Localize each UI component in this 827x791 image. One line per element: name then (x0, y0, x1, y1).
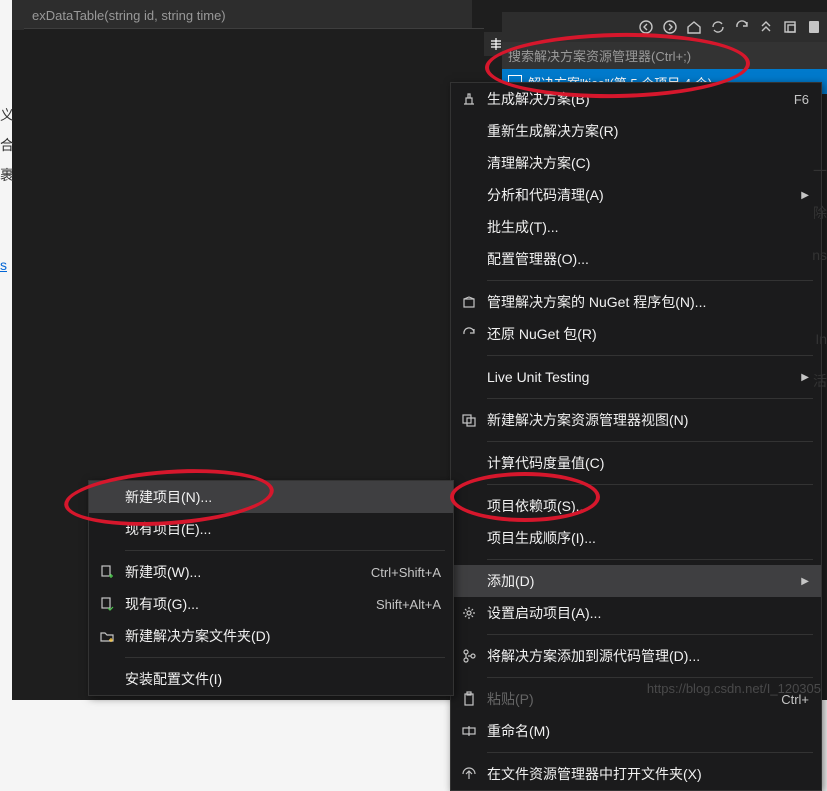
method-signature: exDataTable(string id, string time) (32, 8, 226, 23)
forward-icon[interactable] (660, 17, 680, 37)
chevron-right-icon: ▶ (801, 576, 809, 587)
main-menu-item-17[interactable]: 项目生成顺序(I)... (451, 522, 821, 554)
menu-label: 分析和代码清理(A) (487, 185, 793, 205)
search-input[interactable]: 搜索解决方案资源管理器(Ctrl+;) (502, 42, 827, 70)
menu-label: 管理解决方案的 NuGet 程序包(N)... (487, 292, 809, 312)
main-menu-item-19[interactable]: 添加(D) ▶ (451, 565, 821, 597)
menu-separator (125, 657, 445, 658)
menu-separator (487, 484, 813, 485)
collapse-icon[interactable] (756, 17, 776, 37)
main-menu-item-22[interactable]: 将解决方案添加到源代码管理(D)... (451, 640, 821, 672)
menu-label: 还原 NuGet 包(R) (487, 324, 809, 344)
main-menu-item-10[interactable]: Live Unit Testing ▶ (451, 361, 821, 393)
menu-label: 生成解决方案(B) (487, 89, 782, 109)
main-menu-item-25[interactable]: 重命名(M) (451, 715, 821, 747)
newitem-icon (89, 564, 125, 580)
main-menu-item-2[interactable]: 清理解决方案(C) (451, 147, 821, 179)
menu-separator (487, 677, 813, 678)
menu-shortcut: Ctrl+Shift+A (371, 565, 441, 580)
main-menu-item-4[interactable]: 批生成(T)... (451, 211, 821, 243)
menu-label: 新建项目(N)... (125, 487, 441, 507)
sub-menu-item-3[interactable]: 新建项(W)... Ctrl+Shift+A (89, 556, 453, 588)
menu-label: 重新生成解决方案(R) (487, 121, 809, 141)
explorer-toolbar (502, 12, 827, 42)
menu-separator (487, 355, 813, 356)
scm-icon (451, 648, 487, 664)
rename-icon (451, 723, 487, 739)
properties-icon[interactable] (804, 17, 824, 37)
page-text-left-fragment: 义合裹 s (0, 100, 18, 280)
main-menu-item-14[interactable]: 计算代码度量值(C) (451, 447, 821, 479)
menu-separator (487, 559, 813, 560)
chevron-right-icon: ▶ (801, 190, 809, 201)
main-menu-item-0[interactable]: 生成解决方案(B) F6 (451, 83, 821, 115)
search-placeholder: 搜索解决方案资源管理器(Ctrl+;) (508, 46, 691, 65)
watermark: https://blog.csdn.net/I_120305 (647, 681, 821, 696)
open-icon (451, 766, 487, 782)
sub-menu-item-7[interactable]: 安装配置文件(I) (89, 663, 453, 695)
menu-label: 批生成(T)... (487, 217, 809, 237)
newview-icon (451, 412, 487, 428)
main-menu-item-8[interactable]: 还原 NuGet 包(R) (451, 318, 821, 350)
sync-icon[interactable] (708, 17, 728, 37)
build-icon (451, 91, 487, 107)
menu-label: 项目生成顺序(I)... (487, 528, 809, 548)
main-menu-item-20[interactable]: 设置启动项目(A)... (451, 597, 821, 629)
menu-label: 重命名(M) (487, 721, 809, 741)
main-menu-item-7[interactable]: 管理解决方案的 NuGet 程序包(N)... (451, 286, 821, 318)
menu-label: 计算代码度量值(C) (487, 453, 809, 473)
sub-menu-item-4[interactable]: 现有项(G)... Shift+Alt+A (89, 588, 453, 620)
menu-label: 新建解决方案文件夹(D) (125, 626, 441, 646)
main-menu-item-12[interactable]: 新建解决方案资源管理器视图(N) (451, 404, 821, 436)
page-text-right-fragment: 一除ns In活 (809, 150, 827, 402)
sub-menu-item-1[interactable]: 现有项目(E)... (89, 513, 453, 545)
sub-menu-item-5[interactable]: 新建解决方案文件夹(D) (89, 620, 453, 652)
menu-separator (487, 634, 813, 635)
refresh-icon[interactable] (732, 17, 752, 37)
chevron-right-icon: ▶ (801, 372, 809, 383)
back-icon[interactable] (636, 17, 656, 37)
exist-icon (89, 596, 125, 612)
title-bar: exDataTable(string id, string time) (12, 0, 472, 30)
menu-label: 现有项(G)... (125, 594, 364, 614)
context-menu-add: 新建项目(N)... 现有项目(E)... 新建项(W)... Ctrl+Shift+… (88, 480, 454, 696)
restore-icon (451, 326, 487, 342)
main-menu-item-1[interactable]: 重新生成解决方案(R) (451, 115, 821, 147)
menu-label: 设置启动项目(A)... (487, 603, 809, 623)
main-menu-item-3[interactable]: 分析和代码清理(A) ▶ (451, 179, 821, 211)
paste-icon (451, 691, 487, 707)
gear-icon (451, 605, 487, 621)
main-menu-item-16[interactable]: 项目依赖项(S)... (451, 490, 821, 522)
menu-label: 在文件资源管理器中打开文件夹(X) (487, 764, 809, 784)
main-menu-item-5[interactable]: 配置管理器(O)... (451, 243, 821, 275)
menu-label: 新建项(W)... (125, 562, 359, 582)
menu-label: 项目依赖项(S)... (487, 496, 809, 516)
menu-shortcut: Shift+Alt+A (376, 597, 441, 612)
menu-label: Live Unit Testing (487, 369, 793, 385)
menu-label: 添加(D) (487, 571, 793, 591)
sub-menu-item-0[interactable]: 新建项目(N)... (89, 481, 453, 513)
home-icon[interactable] (684, 17, 704, 37)
menu-label: 现有项目(E)... (125, 519, 441, 539)
menu-separator (487, 398, 813, 399)
menu-separator (487, 441, 813, 442)
menu-separator (125, 550, 445, 551)
menu-label: 清理解决方案(C) (487, 153, 809, 173)
show-all-icon[interactable] (780, 17, 800, 37)
menu-label: 安装配置文件(I) (125, 669, 441, 689)
folder-icon (89, 628, 125, 644)
menu-label: 将解决方案添加到源代码管理(D)... (487, 646, 809, 666)
menu-label: 配置管理器(O)... (487, 249, 809, 269)
menu-separator (487, 280, 813, 281)
menu-label: 新建解决方案资源管理器视图(N) (487, 410, 809, 430)
nuget-icon (451, 294, 487, 310)
menu-separator (487, 752, 813, 753)
menu-shortcut: F6 (794, 92, 809, 107)
main-menu-item-27[interactable]: 在文件资源管理器中打开文件夹(X) (451, 758, 821, 790)
